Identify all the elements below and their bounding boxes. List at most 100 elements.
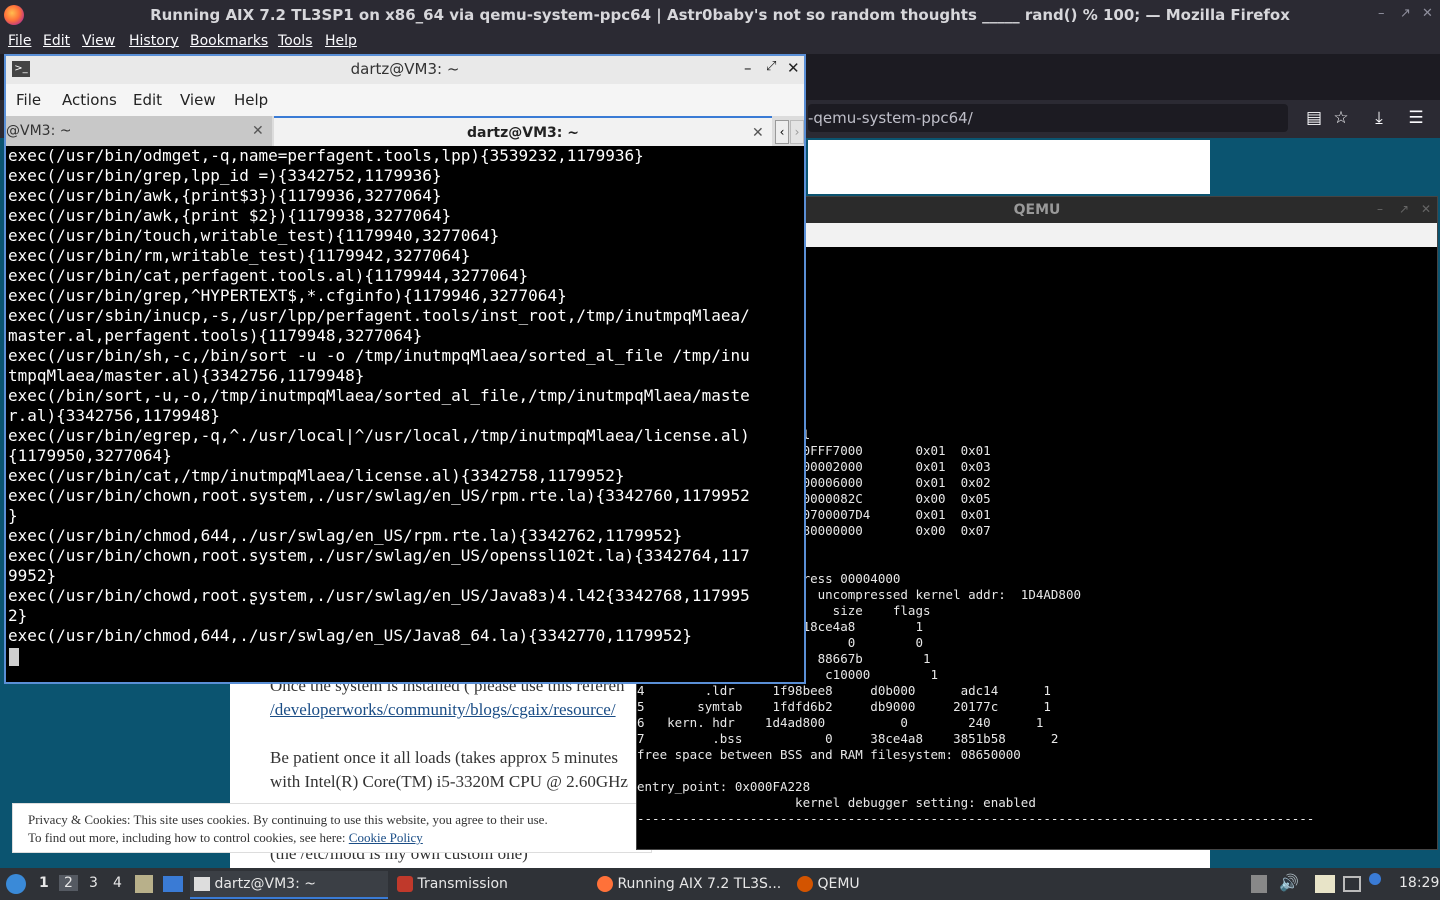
taskbar-app-qemu[interactable]: QEMU xyxy=(793,871,917,897)
terminal-tab-label: @VM3: ~ xyxy=(6,123,72,139)
terminal-line: exec(/usr/bin/grep,lpp_id =){3342752,117… xyxy=(8,166,442,185)
firefox-title-bar: Running AIX 7.2 TL3SP1 on x86_64 via qem… xyxy=(0,0,1440,30)
qemu-console-line: 6 kern. hdr 1d4ad800 0 240 1 xyxy=(637,715,1044,730)
tab-scroll-left-icon[interactable]: ‹ xyxy=(775,120,789,144)
download-icon[interactable]: ⤓ xyxy=(1367,108,1391,128)
terminal-tab-inactive[interactable]: @VM3: ~ ✕ xyxy=(6,116,272,146)
volume-icon[interactable]: 🔊 xyxy=(1279,873,1299,892)
workspace-1[interactable]: 1 xyxy=(39,875,49,891)
terminal-tab-active[interactable]: dartz@VM3: ~ ✕ xyxy=(274,116,772,146)
taskbar: 1 2 3 4 dartz@VM3: ~ Transmission Runnin… xyxy=(0,868,1440,900)
terminal-maximize-button[interactable]: ⤢ xyxy=(766,59,776,74)
cookie-policy-link[interactable]: Cookie Policy xyxy=(349,830,423,845)
transmission-icon xyxy=(397,876,413,892)
clock: 18:29 xyxy=(1399,875,1440,891)
terminal-line: exec(/usr/bin/odmget,-q,name=perfagent.t… xyxy=(8,146,644,165)
terminal-line: tmpqMlaea/master.al){3342756,1179948} xyxy=(8,366,365,385)
terminal-line: exec(/usr/sbin/inucp,-s,/usr/lpp/perfage… xyxy=(8,306,750,325)
qemu-minimize-button[interactable]: – xyxy=(1377,202,1383,216)
terminal-title-bar: dartz@VM3: ~ xyxy=(6,56,804,84)
terminal-app-icon: >_ xyxy=(12,61,30,77)
terminal-title: dartz@VM3: ~ xyxy=(350,60,460,78)
terminal-menu-edit[interactable]: Edit xyxy=(133,91,162,109)
webpage-header-area xyxy=(808,140,1210,194)
qemu-console-line: kernel debugger setting: enabled xyxy=(637,795,1036,810)
firefox-maximize-button[interactable]: ↗ xyxy=(1400,6,1411,21)
firefox-icon xyxy=(597,876,613,892)
terminal-line: master.al,perfagent.tools){1179948,32770… xyxy=(8,326,423,345)
reader-view-icon[interactable]: ▤ xyxy=(1302,108,1326,128)
terminal-line: exec(/usr/bin/awk,{print$3}){1179936,327… xyxy=(8,186,442,205)
terminal-window[interactable]: dartz@VM3: ~ >_ – ⤢ ✕ File Actions Edit … xyxy=(4,54,806,684)
qemu-icon xyxy=(797,876,813,892)
workspace-2[interactable]: 2 xyxy=(59,875,78,891)
cookie-banner: Privacy & Cookies: This site uses cookie… xyxy=(12,803,652,853)
terminal-line: exec(/usr/bin/grep,^HYPERTEXT$,*.cfginfo… xyxy=(8,286,567,305)
notes-icon[interactable] xyxy=(1315,875,1335,893)
terminal-line: {1179950,3277064} xyxy=(8,446,172,465)
terminal-close-button[interactable]: ✕ xyxy=(787,59,800,77)
tab-close-icon[interactable]: ✕ xyxy=(252,116,264,146)
taskbar-app-label: Running AIX 7.2 TL3S... xyxy=(617,876,782,892)
terminal-line: exec(/usr/bin/chmod,644,./usr/swlag/en_U… xyxy=(8,626,692,645)
bookmark-star-icon[interactable]: ☆ xyxy=(1329,108,1353,128)
qemu-console-line: entry_point: 0x000FA228 xyxy=(637,779,811,794)
cookie-text: To find out more, including how to contr… xyxy=(28,830,346,845)
url-text: -qemu-system-ppc64/ xyxy=(808,109,973,127)
tab-close-icon[interactable]: ✕ xyxy=(752,118,764,148)
firefox-close-button[interactable]: ✕ xyxy=(1422,6,1433,21)
terminal-line: exec(/usr/bin/chmod,644,./usr/swlag/en_U… xyxy=(8,526,683,545)
terminal-menubar: File Actions Edit View Help xyxy=(6,84,804,116)
firefox-menu-tools[interactable]: Tools xyxy=(278,33,313,49)
qemu-console-line: free space between BSS and RAM filesyste… xyxy=(637,747,1021,762)
terminal-line: exec(/usr/bin/cat,perfagent.tools.al){11… xyxy=(8,266,529,285)
terminal-menu-help[interactable]: Help xyxy=(234,91,268,109)
notification-icon[interactable] xyxy=(1369,873,1381,885)
firefox-menu-history[interactable]: History xyxy=(129,33,179,49)
firefox-menubar: File Edit View History Bookmarks Tools H… xyxy=(0,30,1440,54)
taskbar-app-transmission[interactable]: Transmission xyxy=(393,871,587,897)
terminal-line: exec(/usr/bin/rm,writable_test){1179942,… xyxy=(8,246,471,265)
article-paragraph: Be patient once it all loads (takes appr… xyxy=(270,748,618,767)
qemu-console-line: 4 .ldr 1f98bee8 d0b000 adc14 1 xyxy=(637,683,1051,698)
terminal-line: exec(/usr/bin/chown,root.system,./usr/sw… xyxy=(8,486,750,505)
terminal-line: exec(/usr/bin/awk,{print $2}){1179938,32… xyxy=(8,206,452,225)
network-icon[interactable] xyxy=(1343,876,1361,892)
taskbar-app-label: dartz@VM3: ~ xyxy=(214,876,316,892)
hamburger-menu-icon[interactable]: ☰ xyxy=(1404,108,1428,128)
article-paragraph: with Intel(R) Core(TM) i5-3320M CPU @ 2.… xyxy=(270,772,628,791)
article-link[interactable]: /developerworks/community/blogs/cgaix/re… xyxy=(270,700,616,720)
clipboard-icon[interactable] xyxy=(1251,875,1267,893)
workspace-3[interactable]: 3 xyxy=(89,875,98,891)
terminal-line: r.al){3342756,1179948} xyxy=(8,406,220,425)
start-menu-icon[interactable] xyxy=(6,874,26,894)
url-bar[interactable]: -qemu-system-ppc64/ xyxy=(808,104,1288,132)
terminal-menu-view[interactable]: View xyxy=(180,91,216,109)
firefox-menu-edit[interactable]: Edit xyxy=(43,33,70,49)
firefox-minimize-button[interactable]: – xyxy=(1378,6,1385,21)
terminal-line: exec(/usr/bin/touch,writable_test){11799… xyxy=(8,226,500,245)
terminal-line: exec(/usr/bin/sh,-c,/bin/sort -u -o /tmp… xyxy=(8,346,750,365)
firefox-logo-icon xyxy=(4,5,24,25)
terminal-menu-actions[interactable]: Actions xyxy=(62,91,117,109)
tab-scroll-right-icon[interactable]: › xyxy=(790,120,804,144)
taskbar-app-terminal[interactable]: dartz@VM3: ~ xyxy=(190,871,388,899)
workspace-4[interactable]: 4 xyxy=(113,875,122,891)
cookie-text: Privacy & Cookies: This site uses cookie… xyxy=(28,812,548,827)
show-desktop-icon[interactable] xyxy=(163,876,183,892)
terminal-cursor xyxy=(9,648,19,666)
qemu-close-button[interactable]: ✕ xyxy=(1421,202,1431,216)
terminal-minimize-button[interactable]: – xyxy=(744,59,752,77)
firefox-menu-view[interactable]: View xyxy=(82,33,115,49)
terminal-output[interactable]: exec(/usr/bin/odmget,-q,name=perfagent.t… xyxy=(6,146,804,682)
firefox-window-title: Running AIX 7.2 TL3SP1 on x86_64 via qem… xyxy=(150,6,1290,24)
terminal-line: exec(/usr/bin/chowd,root.ʂystem,./usr/sw… xyxy=(8,586,750,605)
firefox-menu-bookmarks[interactable]: Bookmarks xyxy=(190,33,268,49)
file-manager-icon[interactable] xyxy=(135,875,153,893)
terminal-line: } xyxy=(8,506,18,525)
firefox-menu-file[interactable]: File xyxy=(8,33,31,49)
firefox-menu-help[interactable]: Help xyxy=(325,33,357,49)
terminal-menu-file[interactable]: File xyxy=(16,91,41,109)
taskbar-app-firefox[interactable]: Running AIX 7.2 TL3S... xyxy=(593,871,787,897)
qemu-maximize-button[interactable]: ↗ xyxy=(1399,202,1409,216)
